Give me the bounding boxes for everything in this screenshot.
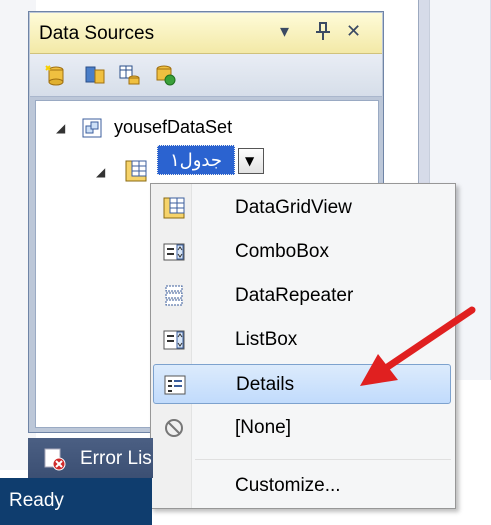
menu-separator — [195, 459, 451, 460]
status-bar: Ready — [0, 478, 152, 525]
menu-item-customize[interactable]: Customize... — [153, 466, 451, 506]
listbox-icon — [163, 330, 185, 350]
table-icon — [125, 160, 147, 182]
menu-item-label: ListBox — [235, 329, 298, 350]
edit-dataset-icon[interactable] — [84, 64, 106, 86]
error-list-icon — [44, 448, 66, 471]
menu-item-label: DataGridView — [235, 197, 352, 218]
panel-title: Data Sources — [39, 23, 155, 44]
combobox-icon — [163, 243, 185, 261]
none-icon — [165, 419, 183, 437]
expander-icon[interactable]: ◢ — [96, 165, 105, 179]
panel-title-bar: Data Sources ▾ ✕ — [30, 13, 382, 54]
status-text: Ready — [9, 490, 64, 511]
menu-item-none[interactable]: [None] — [153, 408, 451, 448]
table-node-label[interactable]: جدول۱ — [157, 145, 235, 175]
error-list-label: Error Lis — [80, 448, 152, 469]
menu-item-combobox[interactable]: ComboBox — [153, 232, 451, 272]
error-list-tab[interactable]: Error Lis — [28, 438, 153, 478]
chevron-down-icon: ▼ — [245, 154, 255, 168]
details-icon — [164, 375, 186, 395]
close-icon[interactable]: ✕ — [346, 21, 361, 42]
menu-item-label: ComboBox — [235, 241, 329, 262]
menu-item-datagridview[interactable]: DataGridView — [153, 188, 451, 228]
menu-item-label: Details — [236, 374, 295, 395]
dataset-node-label[interactable]: yousefDataSet — [114, 117, 232, 145]
dataset-icon — [82, 118, 102, 138]
red-arrow-annotation — [360, 306, 476, 386]
table-node-dropdown-button[interactable]: ▼ — [238, 148, 264, 174]
menu-item-label: DataRepeater — [235, 285, 354, 306]
datagridview-icon — [163, 197, 185, 219]
pin-icon[interactable] — [315, 21, 331, 46]
expander-icon[interactable]: ◢ — [56, 121, 65, 135]
menu-item-label: Customize... — [235, 475, 341, 496]
datarepeater-icon — [165, 285, 183, 306]
menu-item-label: [None] — [235, 417, 291, 438]
refresh-icon[interactable] — [154, 64, 176, 86]
configure-dataset-icon[interactable] — [118, 64, 140, 86]
panel-toolbar — [30, 54, 382, 97]
add-data-source-icon[interactable] — [44, 64, 66, 86]
panel-menu-dropdown-icon[interactable]: ▾ — [280, 21, 289, 42]
